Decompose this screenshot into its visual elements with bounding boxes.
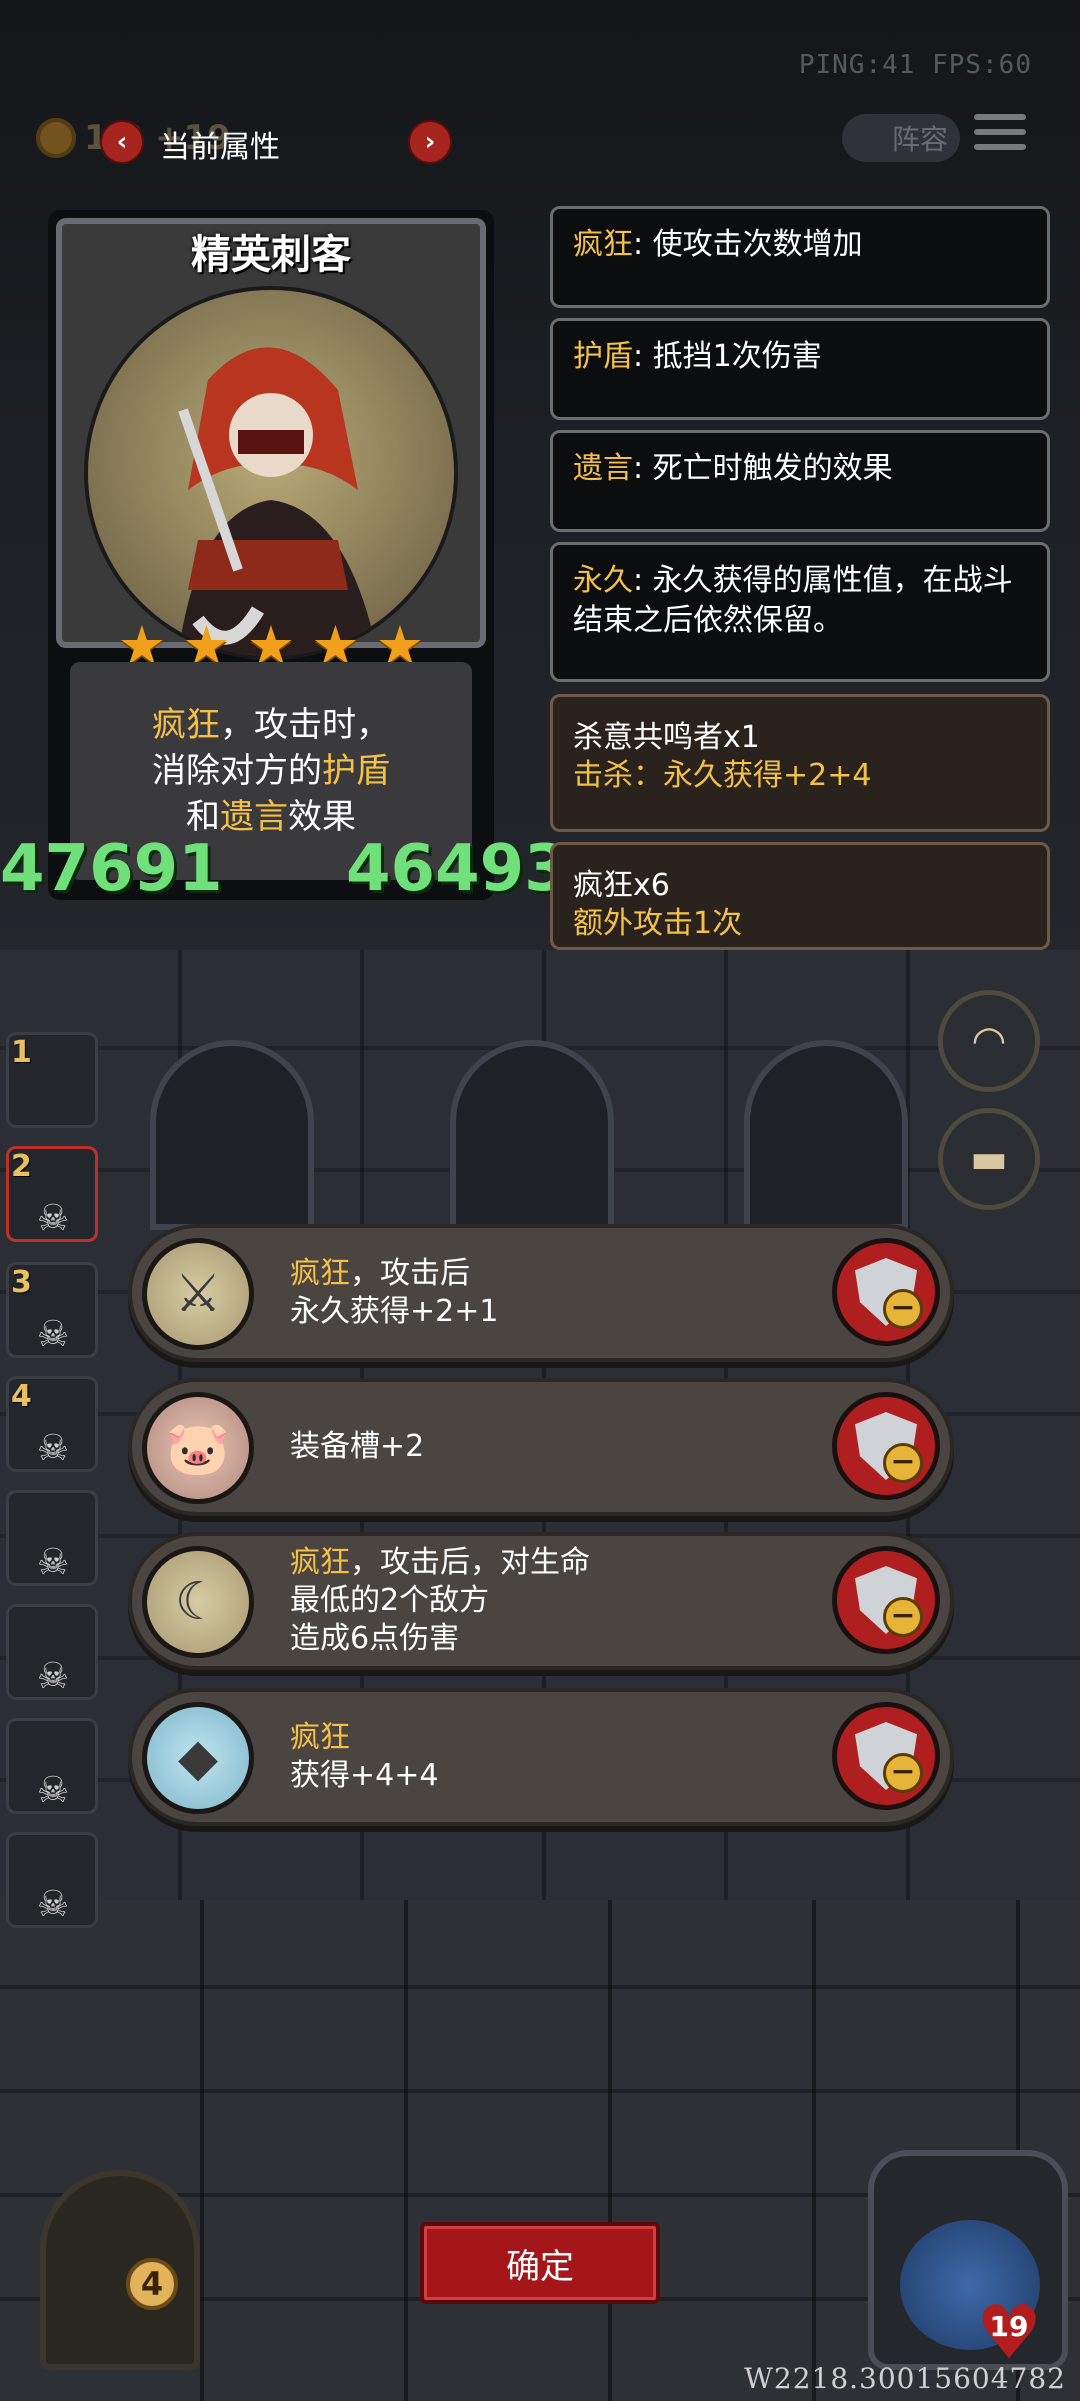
skill-text: ，攻击后: [350, 1256, 470, 1291]
keyword-text: : 抵挡1次伤害: [633, 339, 822, 374]
desc-text: ，攻击时，: [220, 705, 390, 745]
lives-count: 19: [989, 2310, 1029, 2343]
hero-door-1: [150, 1040, 314, 1230]
anvil-icon[interactable]: ▬: [938, 1108, 1040, 1210]
buff-sub: 额外攻击1次: [573, 906, 743, 941]
build-id: W2218.30015604782: [744, 2362, 1066, 2395]
treasure-door-icon[interactable]: [40, 2170, 200, 2370]
desc-text: 消除对方的: [152, 751, 322, 791]
menu-icon[interactable]: [974, 114, 1026, 158]
skill-text: 造成6点伤害: [290, 1621, 460, 1656]
keyword-frenzy: 疯狂: [152, 705, 220, 745]
assassin-portrait: [88, 290, 454, 656]
hero-card: 精英刺客 ★ ★ ★ ★ ★ 疯狂，攻击时， 消除对方的护盾 和遗言效果: [48, 210, 494, 900]
keyword-last-words: 遗言: [220, 797, 288, 837]
minus-icon: −: [883, 1597, 923, 1637]
skill-row[interactable]: ☾ 疯狂，攻击后，对生命 最低的2个敌方 造成6点伤害 −: [128, 1532, 954, 1670]
keyword-shield: 护盾: [322, 751, 390, 791]
keyword-panel-shield: 护盾: 抵挡1次伤害: [550, 318, 1050, 420]
skull-icon: ☠: [36, 1314, 70, 1355]
keyword-panel-frenzy: 疯狂: 使攻击次数增加: [550, 206, 1050, 308]
team-slot[interactable]: 3 ☠: [6, 1262, 98, 1358]
fan-icon[interactable]: ◠: [938, 990, 1040, 1092]
crossed-swords-icon: ⚔: [142, 1238, 254, 1350]
buff-panel: 疯狂x6 额外攻击1次: [550, 842, 1050, 950]
team-slot[interactable]: ☠: [6, 1718, 98, 1814]
buff-sub: 击杀：永久获得+2+4: [573, 758, 872, 793]
team-slot[interactable]: 4 ☠: [6, 1376, 98, 1472]
skull-icon: ☠: [36, 1428, 70, 1469]
keyword-label: 疯狂: [573, 227, 633, 262]
buff-title: 杀意共鸣者x1: [573, 720, 760, 755]
hero-door-2: [450, 1040, 614, 1230]
prev-page-button[interactable]: ‹: [100, 120, 144, 164]
skill-row[interactable]: 🐷 装备槽+2 −: [128, 1378, 954, 1516]
desc-text: 效果: [288, 797, 356, 837]
skull-icon: ☠: [36, 1884, 70, 1925]
confirm-button[interactable]: 确定: [420, 2222, 660, 2304]
coin-icon: [36, 118, 76, 158]
remove-skill-button[interactable]: −: [832, 1702, 940, 1810]
keyword-label: 遗言: [573, 451, 633, 486]
team-slot[interactable]: ☠: [6, 1832, 98, 1928]
skill-text: 最低的2个敌方: [290, 1583, 490, 1618]
keyword-label: 永久: [573, 563, 633, 598]
skill-text: 获得+4+4: [290, 1758, 439, 1793]
skill-keyword: 疯狂: [290, 1256, 350, 1291]
remove-skill-button[interactable]: −: [832, 1546, 940, 1654]
skill-text: ，攻击后，对生命: [350, 1545, 590, 1580]
minus-icon: −: [883, 1753, 923, 1793]
team-slot[interactable]: 2 ☠: [6, 1146, 98, 1242]
section-title: 当前属性: [160, 130, 280, 165]
buff-title: 疯狂x6: [573, 868, 670, 903]
minus-icon: −: [883, 1289, 923, 1329]
lineup-button[interactable]: 阵容: [842, 114, 960, 162]
keyword-text: : 永久获得的属性值，在战斗结束之后依然保留。: [573, 563, 1013, 638]
keyword-panel-permanent: 永久: 永久获得的属性值，在战斗结束之后依然保留。: [550, 542, 1050, 682]
remove-skill-button[interactable]: −: [832, 1392, 940, 1500]
skill-keyword: 疯狂: [290, 1720, 350, 1755]
attack-value: 47691: [0, 832, 223, 906]
keyword-text: : 使攻击次数增加: [633, 227, 863, 262]
crystal-icon: ◆: [142, 1702, 254, 1814]
desc-text: 和: [186, 797, 220, 837]
slot-number: 4: [11, 1379, 32, 1414]
keyword-label: 护盾: [573, 339, 633, 374]
team-slot[interactable]: ☠: [6, 1604, 98, 1700]
chest-count-badge: 4: [126, 2258, 178, 2310]
remove-skill-button[interactable]: −: [832, 1238, 940, 1346]
skill-text: 永久获得+2+1: [290, 1294, 499, 1329]
keyword-panel-last-words: 遗言: 死亡时触发的效果: [550, 430, 1050, 532]
team-slot[interactable]: 1: [6, 1032, 98, 1128]
slot-number: 2: [11, 1149, 32, 1184]
axe-icon: ☾: [142, 1546, 254, 1658]
skull-icon: ☠: [36, 1542, 70, 1583]
skill-text: 装备槽+2: [290, 1429, 425, 1464]
skill-row[interactable]: ◆ 疯狂 获得+4+4 −: [128, 1688, 954, 1826]
skill-row[interactable]: ⚔ 疯狂，攻击后 永久获得+2+1 −: [128, 1224, 954, 1362]
skill-keyword: 疯狂: [290, 1545, 350, 1580]
health-value: 46493: [346, 832, 569, 906]
pig-icon: 🐷: [142, 1392, 254, 1504]
slot-number: 3: [11, 1265, 32, 1300]
hero-name: 精英刺客: [191, 232, 351, 278]
buff-panel: 杀意共鸣者x1 击杀：永久获得+2+4: [550, 694, 1050, 832]
hero-door-3: [744, 1040, 908, 1230]
minus-icon: −: [883, 1443, 923, 1483]
skull-icon: ☠: [36, 1770, 70, 1811]
team-slot[interactable]: ☠: [6, 1490, 98, 1586]
next-page-button[interactable]: ›: [408, 120, 452, 164]
slot-number: 1: [11, 1035, 32, 1070]
skull-icon: ☠: [36, 1198, 70, 1239]
keyword-text: : 死亡时触发的效果: [633, 451, 893, 486]
ping-fps-readout: PING:41 FPS:60: [798, 50, 1032, 80]
skull-icon: ☠: [36, 1656, 70, 1697]
